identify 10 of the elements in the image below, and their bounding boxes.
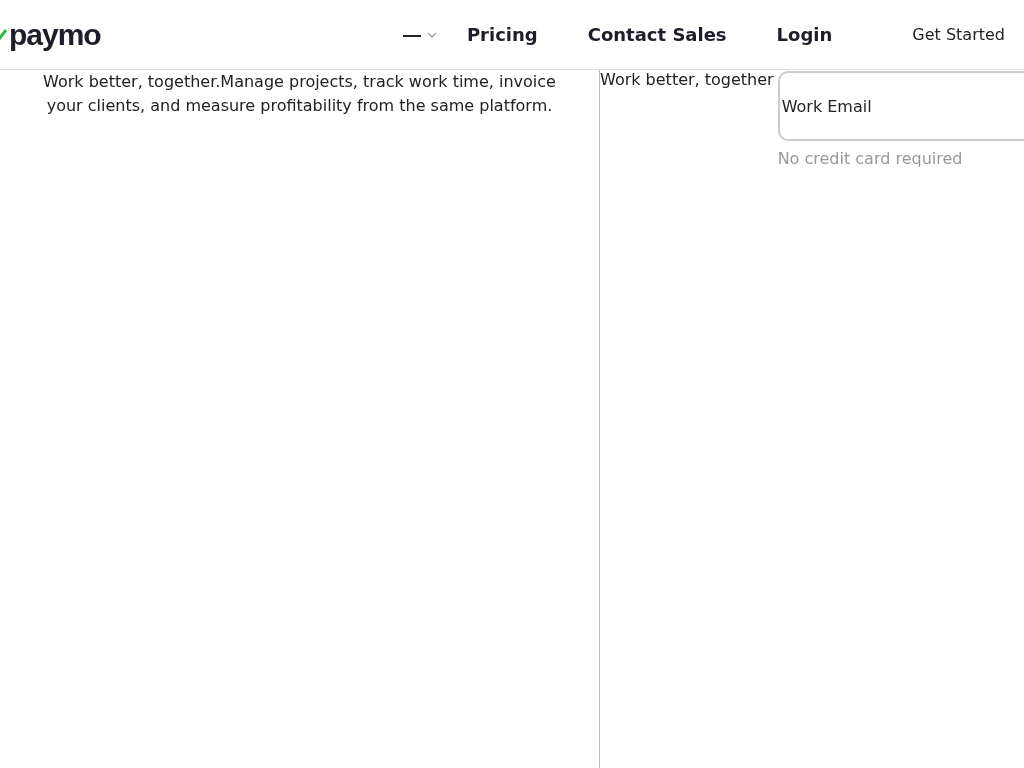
email-field[interactable]: Work Email: [777, 71, 1024, 141]
chevron-down-icon: [426, 31, 437, 38]
signup-heading: Work better, together: [600, 70, 774, 90]
logo[interactable]: paymo: [0, 17, 101, 52]
nav-link[interactable]: Contact Sales: [587, 24, 727, 45]
no-card-note: No credit card required: [777, 149, 964, 168]
nav-link[interactable]: Login: [776, 24, 833, 45]
get-started-link[interactable]: Get Started: [912, 25, 1005, 44]
intro-text: Work better, together.Manage projects, track work time, invoice your clients, and measure profitability from the same platform.: [42, 71, 557, 117]
nav-link[interactable]: Pricing: [466, 24, 538, 45]
